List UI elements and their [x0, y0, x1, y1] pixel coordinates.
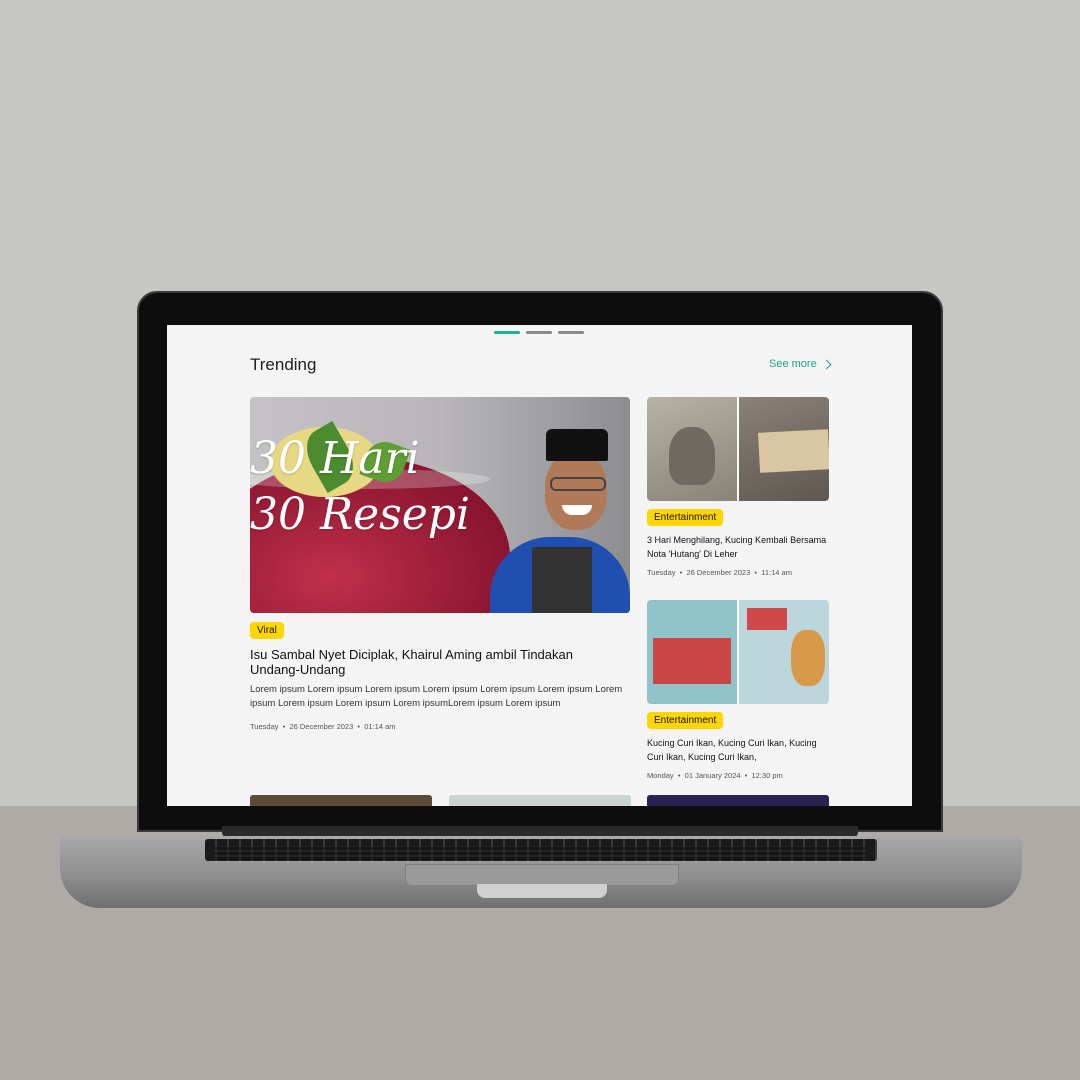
meta-date: 26 December 2023	[686, 568, 751, 577]
cat-photo	[739, 600, 829, 704]
image-text-line1: 30 Hari	[250, 433, 420, 484]
side-article-tag[interactable]: Entertainment	[647, 509, 724, 526]
side-article-meta: Tuesday • 26 December 2023 • 11:14 am	[647, 568, 792, 577]
meta-day: Tuesday	[250, 722, 279, 731]
feature-image[interactable]: 30 Hari 30 Resepi	[250, 397, 630, 613]
image-script-text: 30 Hari 30 Resepi	[250, 431, 500, 543]
trackpad	[405, 864, 679, 886]
keyboard-rows	[215, 846, 865, 860]
caption-overlay	[653, 638, 731, 684]
meta-date: 26 December 2023	[289, 722, 354, 731]
note-photo	[739, 397, 829, 501]
meta-day: Tuesday	[647, 568, 676, 577]
side-article-title[interactable]: Kucing Curi Ikan, Kucing Curi Ikan, Kuci…	[647, 736, 832, 764]
lid-notch	[477, 884, 607, 898]
pagination-dot-2[interactable]	[526, 331, 552, 334]
side-article-title[interactable]: 3 Hari Menghilang, Kucing Kembali Bersam…	[647, 533, 832, 561]
meta-date: 01 January 2024	[684, 771, 741, 780]
chevron-right-icon	[821, 359, 832, 369]
side-article-image[interactable]	[647, 600, 829, 704]
meta-day: Monday	[647, 771, 674, 780]
pagination-dot-1[interactable]	[494, 331, 520, 334]
orange-cat	[791, 630, 825, 686]
feature-title[interactable]: Isu Sambal Nyet Diciplak, Khairul Aming …	[250, 647, 620, 677]
image-text-line2: 30 Resepi	[250, 489, 470, 540]
see-more-link[interactable]: See more	[769, 358, 832, 370]
side-article-image[interactable]	[647, 397, 829, 501]
baby-photo	[647, 600, 737, 704]
meta-time: 01:14 am	[364, 722, 396, 731]
caption-overlay	[747, 608, 787, 630]
cat	[669, 427, 715, 485]
carousel-pagination	[494, 331, 584, 334]
glasses	[550, 477, 606, 491]
next-article-thumb[interactable]	[449, 795, 631, 806]
note-paper	[758, 429, 829, 473]
person-face	[545, 452, 607, 530]
see-more-label: See more	[769, 358, 817, 370]
cat-photo	[647, 397, 737, 501]
section-title: Trending	[250, 355, 317, 374]
songkok-hat	[546, 429, 608, 461]
pagination-dot-3[interactable]	[558, 331, 584, 334]
next-article-thumb[interactable]	[647, 795, 829, 806]
meta-time: 12:30 pm	[751, 771, 783, 780]
feature-tag[interactable]: Viral	[250, 622, 284, 639]
person-apron	[532, 547, 592, 613]
side-article-meta: Monday • 01 January 2024 • 12:30 pm	[647, 771, 783, 780]
next-article-thumb[interactable]	[250, 795, 432, 806]
feature-meta: Tuesday • 26 December 2023 • 01:14 am	[250, 722, 396, 731]
feature-description: Lorem ipsum Lorem ipsum Lorem ipsum Lore…	[250, 684, 623, 709]
side-article-tag[interactable]: Entertainment	[647, 712, 724, 729]
meta-time: 11:14 am	[761, 568, 792, 577]
laptop-screen: Trending See more 30 Hari 30 Resepi Vira…	[167, 325, 912, 806]
